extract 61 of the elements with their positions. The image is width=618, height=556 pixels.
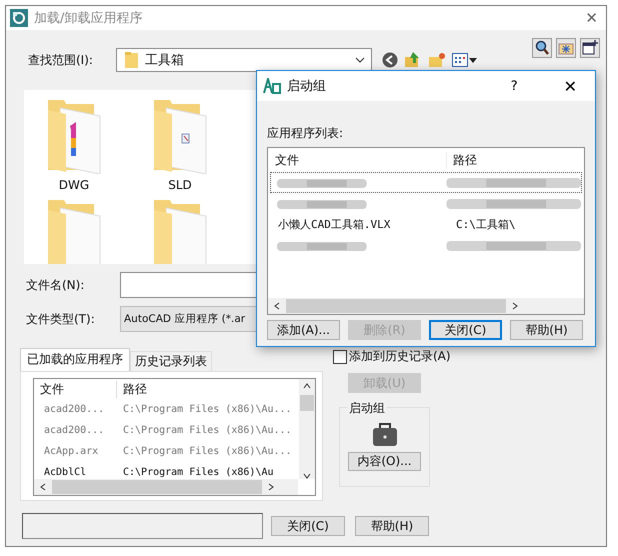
path-cell-text: C:\Program Files (x86)\Au... [122, 425, 292, 436]
sparkle-folder-icon[interactable] [556, 38, 576, 58]
horizontal-scrollbar[interactable] [268, 298, 584, 314]
scroll-thumb[interactable] [286, 299, 506, 313]
column-header[interactable]: 路径 [117, 380, 147, 398]
briefcase-icon [370, 422, 398, 448]
list-label: 应用程序列表: [267, 125, 344, 142]
folder-label: SLD [168, 178, 192, 192]
close-dialog-button[interactable]: 关闭(C) [271, 516, 345, 536]
folder-icon [125, 52, 139, 68]
dialog-button[interactable]: 添加(A)... [267, 320, 340, 340]
app-icon [10, 9, 28, 27]
file-type-label: 文件类型(T): [26, 310, 96, 328]
add-to-history-checkbox[interactable]: 添加到历史记录(A) [333, 348, 451, 365]
help-title-button[interactable]: ? [504, 78, 524, 94]
scroll-down-icon[interactable] [303, 473, 311, 479]
new-folder-icon[interactable] [428, 52, 446, 68]
window-title: 加载/卸载应用程序 [34, 10, 144, 27]
look-in-label: 查找范围(I): [28, 52, 94, 68]
views-menu-icon[interactable] [452, 53, 477, 67]
app-icon [263, 78, 281, 94]
scroll-up-icon[interactable] [303, 383, 311, 389]
scroll-left-icon[interactable] [40, 483, 46, 491]
file-cell-text: 小懒人CAD工具箱.VLX [277, 217, 392, 232]
file-cell-text: acad200... [43, 404, 106, 415]
scroll-thumb[interactable] [52, 480, 262, 494]
close-button[interactable]: ✕ [581, 9, 602, 27]
up-folder-icon[interactable] [404, 52, 422, 68]
help-button[interactable]: 帮助(H) [355, 516, 429, 536]
chevron-down-icon[interactable] [355, 57, 365, 63]
file-cell-text: AcApp.arx [43, 446, 100, 457]
add-window-icon[interactable] [580, 38, 600, 58]
path-cell-text: C:\Program Files (x86)\Au... [122, 404, 292, 415]
file-cell-text: acad200... [43, 425, 106, 436]
scroll-right-icon[interactable] [268, 483, 274, 491]
vertical-scrollbar[interactable] [299, 379, 315, 479]
back-icon[interactable] [382, 52, 398, 68]
dialog-button[interactable]: 帮助(H) [510, 320, 583, 340]
folder-icon[interactable] [46, 100, 102, 174]
path-cell-text: C:\Program Files (x86)\Au [122, 467, 274, 477]
column-header[interactable]: 文件 [34, 380, 117, 398]
group-title: 启动组 [347, 400, 387, 417]
look-in-dropdown[interactable]: 工具箱 [116, 48, 372, 72]
column-header[interactable]: 文件 [268, 152, 447, 168]
search-icon[interactable] [532, 38, 552, 58]
scroll-right-icon[interactable] [512, 302, 518, 310]
column-header[interactable]: 路径 [447, 152, 477, 168]
scroll-thumb[interactable] [300, 395, 314, 411]
scroll-left-icon[interactable] [274, 302, 280, 310]
horizontal-scrollbar[interactable] [34, 479, 298, 495]
path-cell-text: C:\Program Files (x86)\Au... [122, 446, 292, 457]
folder-label: DWG [58, 178, 90, 192]
dialog-button[interactable]: 关闭(C) [429, 320, 502, 340]
close-button[interactable]: ✕ [558, 76, 583, 96]
file-name-label: 文件名(N): [26, 276, 86, 294]
tab[interactable]: 历史记录列表 [130, 351, 212, 371]
tab[interactable]: 已加载的应用程序 [20, 348, 130, 371]
contents-button[interactable]: 内容(O)... [348, 452, 421, 471]
window-title: 启动组 [287, 78, 327, 95]
file-cell-text: AcDblCl [43, 467, 88, 477]
path-cell-text: C:\工具箱\ [455, 217, 516, 232]
